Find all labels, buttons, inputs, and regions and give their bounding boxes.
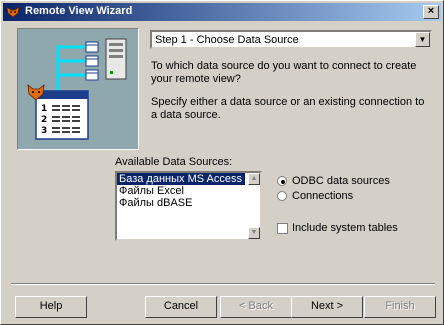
data-source-illustration: 1 2 3 [27, 38, 127, 140]
remote-view-wizard-window: Remote View Wizard × 1 2 3 Step 1 - Choo… [0, 0, 444, 325]
include-system-tables-label: Include system tables [292, 222, 398, 234]
question-text: To which data source do you want to conn… [151, 60, 417, 85]
list-item[interactable]: База данных MS Access [117, 173, 245, 185]
back-button[interactable]: < Back [220, 296, 292, 318]
connections-radio[interactable]: Connections [277, 190, 417, 203]
list-item[interactable]: Файлы dBASE [117, 197, 245, 209]
close-button[interactable]: × [423, 5, 439, 19]
finish-button[interactable]: Finish [364, 296, 436, 318]
dropdown-arrow-icon[interactable]: ▼ [415, 32, 430, 47]
wizard-illustration: 1 2 3 [17, 28, 139, 150]
checkbox-icon [277, 223, 288, 234]
illustration-row-2: 2 [41, 115, 47, 125]
step-select-value: Step 1 - Choose Data Source [155, 34, 299, 46]
window-title: Remote View Wizard [25, 5, 133, 17]
illustration-row-1: 1 [41, 104, 47, 114]
scroll-up-arrow-icon[interactable]: ▲ [248, 173, 260, 185]
radio-button-icon [277, 191, 287, 201]
odbc-radio[interactable]: ODBC data sources [277, 175, 417, 188]
odbc-radio-label: ODBC data sources [292, 175, 390, 187]
divider [11, 283, 435, 285]
illustration-row-3: 3 [41, 126, 47, 136]
connections-radio-label: Connections [292, 190, 354, 202]
available-sources-label: Available Data Sources: [115, 156, 233, 168]
step-select[interactable]: Step 1 - Choose Data Source ▼ [150, 30, 432, 49]
help-button[interactable]: Help [15, 296, 87, 318]
fox-app-icon [6, 6, 20, 18]
data-sources-listbox[interactable]: База данных MS Access Файлы Excel Файлы … [115, 171, 262, 241]
include-system-tables-checkbox[interactable]: Include system tables [277, 222, 427, 235]
list-item[interactable]: Файлы Excel [117, 185, 245, 197]
scroll-down-arrow-icon[interactable]: ▼ [248, 227, 260, 239]
cancel-button[interactable]: Cancel [145, 296, 217, 318]
instruction-text: Specify either a data source or an exist… [151, 96, 425, 121]
next-button[interactable]: Next > [291, 296, 363, 318]
radio-button-icon [277, 176, 287, 186]
title-bar[interactable]: Remote View Wizard × [3, 3, 441, 21]
